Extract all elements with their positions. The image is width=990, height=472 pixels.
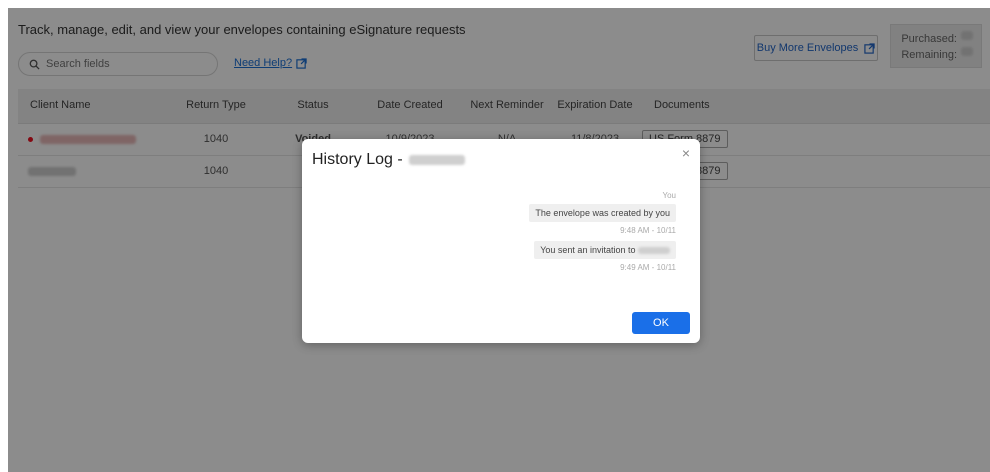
history-log-list: You The envelope was created by you 9:48… (416, 191, 676, 278)
recipient-redacted (638, 247, 670, 255)
log-entry: The envelope was created by you (529, 204, 676, 222)
sender-label: You (662, 191, 677, 200)
log-timestamp: 9:49 AM - 10/11 (620, 263, 676, 272)
log-entry-text: You sent an invitation to (540, 245, 636, 255)
history-log-modal: History Log - × You The envelope was cre… (302, 139, 700, 343)
ok-button[interactable]: OK (632, 312, 690, 334)
client-name-redacted (408, 155, 465, 165)
modal-title-text: History Log - (312, 151, 403, 168)
log-entry: You sent an invitation to (534, 241, 676, 259)
log-timestamp: 9:48 AM - 10/11 (620, 226, 676, 235)
close-icon[interactable]: × (682, 145, 690, 161)
modal-title: History Log - (312, 151, 465, 169)
